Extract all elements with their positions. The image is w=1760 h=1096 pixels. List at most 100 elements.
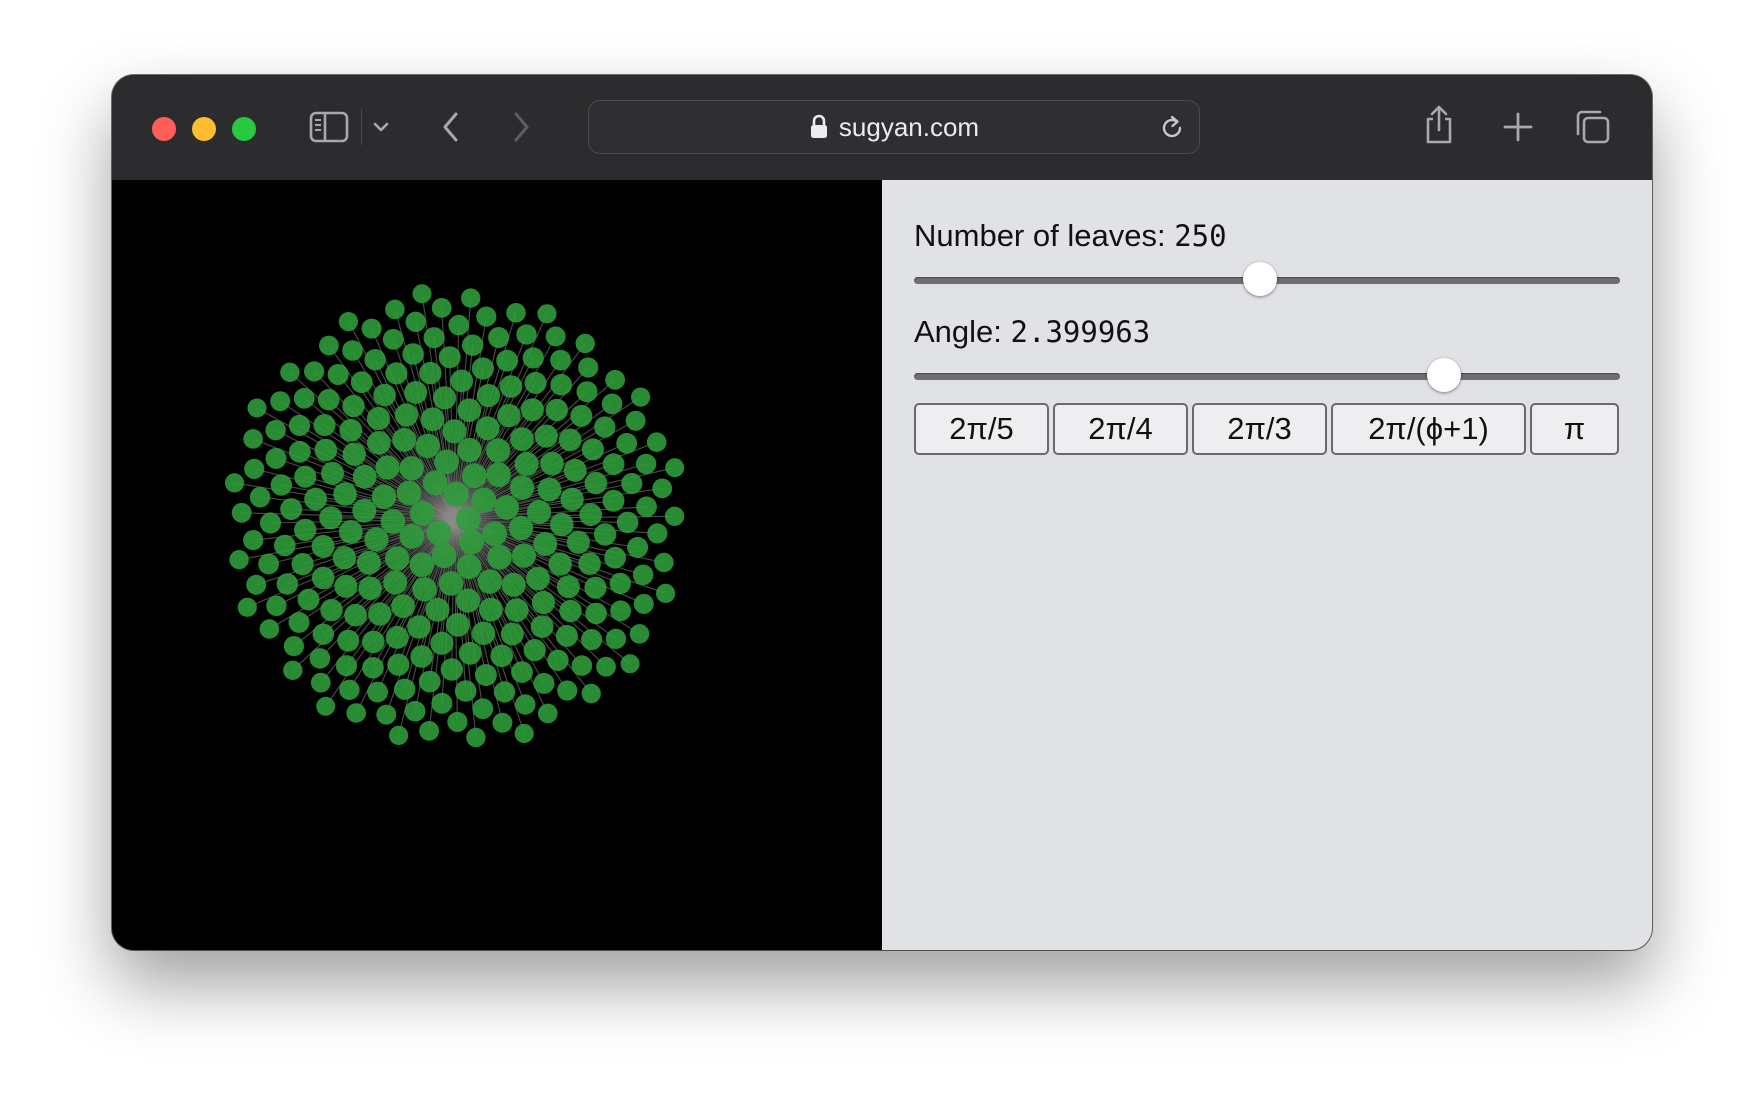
leaf — [654, 552, 674, 573]
leaf — [440, 658, 463, 681]
leaf — [571, 655, 593, 676]
leaf — [602, 453, 625, 476]
leaf — [487, 545, 512, 570]
leaf — [545, 398, 568, 422]
leaf — [604, 546, 626, 569]
leaf — [652, 478, 673, 499]
leaf — [335, 655, 358, 677]
reload-button[interactable] — [1157, 113, 1187, 143]
leaf — [319, 506, 343, 530]
leaf — [438, 346, 461, 369]
leaf — [368, 602, 392, 626]
leaf — [237, 597, 257, 617]
leaf — [434, 449, 459, 475]
share-button[interactable] — [1422, 103, 1456, 147]
leaf — [431, 692, 453, 714]
leaf — [316, 696, 336, 716]
leaf — [610, 600, 631, 622]
preset-2pi-5-button[interactable]: 2π/5 — [914, 403, 1049, 455]
leaf — [514, 451, 539, 476]
leaf — [533, 532, 558, 556]
minimize-window-button[interactable] — [192, 117, 216, 141]
leaf — [430, 631, 454, 655]
leaf — [625, 410, 646, 431]
leaf — [274, 534, 296, 557]
leaf — [361, 318, 382, 339]
leaves-slider[interactable] — [914, 262, 1620, 298]
leaf — [506, 303, 526, 323]
tab-overview-button[interactable] — [1574, 108, 1612, 146]
leaf — [259, 512, 282, 534]
leaf — [616, 432, 638, 454]
preset-2pi-3-button[interactable]: 2π/3 — [1192, 403, 1327, 455]
leaf — [422, 470, 448, 496]
leaf — [288, 414, 311, 436]
leaf — [471, 357, 494, 380]
leaves-slider-thumb[interactable] — [1242, 262, 1277, 296]
leaf — [490, 644, 513, 668]
leaf — [665, 458, 685, 478]
leaf — [404, 381, 428, 404]
forward-button[interactable] — [506, 107, 536, 147]
leaf — [646, 432, 667, 452]
leaf — [461, 288, 481, 308]
sidebar-menu-button[interactable] — [370, 115, 392, 139]
leaf — [594, 416, 616, 438]
leaf — [632, 564, 654, 586]
leaf — [333, 482, 357, 506]
leaf — [265, 447, 287, 469]
leaf — [570, 404, 593, 427]
leaf — [288, 440, 311, 463]
leaf — [276, 573, 298, 595]
leaf — [410, 645, 433, 668]
leaf — [280, 498, 303, 521]
leaf — [375, 455, 400, 480]
preset-2pi-4-button[interactable]: 2π/4 — [1053, 403, 1188, 455]
preset-pi-button[interactable]: π — [1530, 403, 1619, 455]
leaf — [486, 438, 511, 463]
leaves-label: Number of leaves: 250 — [914, 218, 1227, 254]
leaf — [409, 501, 435, 526]
new-tab-button[interactable] — [1502, 111, 1534, 143]
address-bar[interactable]: sugyan.com — [588, 100, 1200, 154]
page-content: Number of leaves: 250 Angle: 2.399963 2π… — [112, 180, 1652, 950]
leaf — [631, 387, 651, 407]
leaf — [319, 335, 339, 356]
leaf — [352, 464, 377, 489]
close-window-button[interactable] — [152, 117, 176, 141]
leaf — [404, 700, 426, 722]
leaf — [362, 657, 384, 679]
leaf — [556, 575, 580, 599]
leaf — [576, 381, 598, 403]
leaf — [455, 506, 481, 532]
back-button[interactable] — [436, 107, 466, 147]
angle-slider[interactable] — [914, 358, 1620, 394]
leaf — [371, 484, 397, 509]
leaf — [396, 480, 422, 506]
leaf — [409, 552, 435, 577]
leaf — [443, 481, 469, 507]
phyllotaxis-plant-drawing — [224, 284, 685, 748]
leaf — [647, 523, 668, 544]
maximize-window-button[interactable] — [232, 117, 256, 141]
leaf — [601, 393, 623, 415]
leaf — [309, 648, 331, 669]
sidebar-toggle-button[interactable] — [308, 109, 350, 145]
leaf — [501, 572, 526, 597]
angle-slider-thumb[interactable] — [1426, 358, 1461, 392]
leaf — [364, 349, 386, 371]
browser-window: sugyan.com Number of leaves: 250 Angle: … — [112, 75, 1652, 950]
leaf — [579, 503, 603, 527]
leaf — [392, 427, 417, 452]
leaf — [459, 529, 484, 555]
leaf — [280, 362, 300, 382]
leaf — [293, 387, 315, 409]
leaf — [584, 471, 608, 495]
leaf — [338, 520, 363, 544]
preset-golden-angle-button[interactable]: 2π/(ϕ+1) — [1331, 403, 1526, 455]
leaf — [596, 656, 616, 677]
leaf — [627, 536, 649, 558]
leaf — [522, 347, 544, 369]
sidebar-icon — [309, 111, 349, 143]
leaf — [537, 477, 562, 502]
